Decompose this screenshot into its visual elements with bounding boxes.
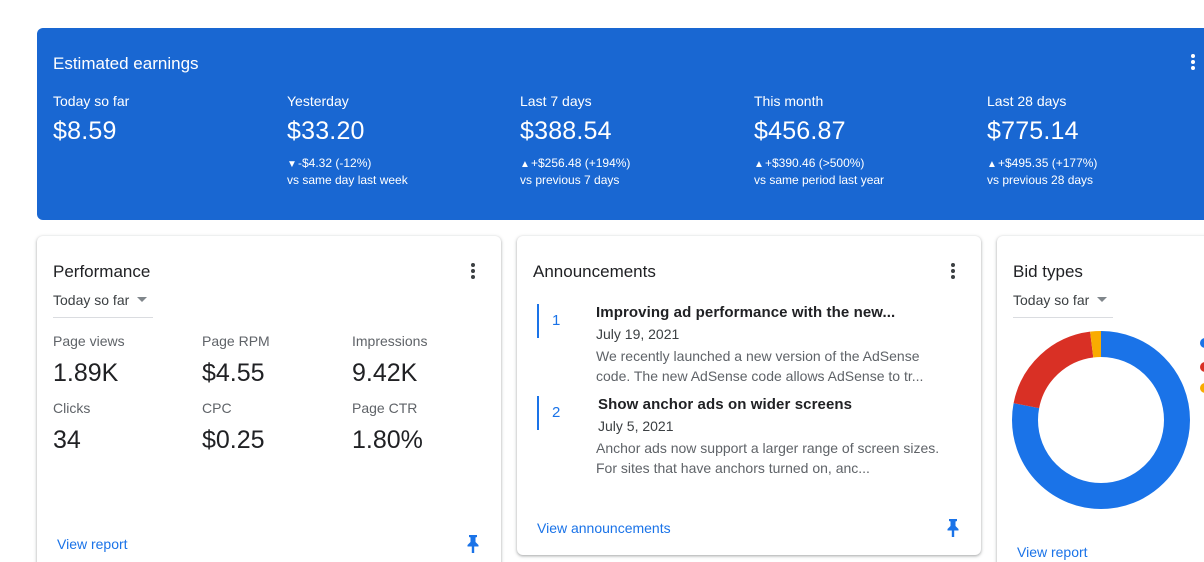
earnings-change: +$495.35 (+177%) [998,156,1098,170]
announcement-item[interactable]: 2 Show anchor ads on wider screens July … [537,396,957,478]
view-announcements-link[interactable]: View announcements [537,520,671,536]
earnings-change: -$4.32 (-12%) [298,156,372,170]
earnings-period-value: $33.20 [287,117,365,145]
earnings-change: +$390.46 (>500%) [765,156,865,170]
metric-label: Page views [53,333,125,349]
earnings-compare: vs same day last week [287,173,408,187]
earnings-compare: vs same period last year [754,173,885,187]
announcement-description-line: Anchor ads now support a larger range of… [596,440,940,456]
metric-value: 1.89K [53,359,119,387]
legend-dot [1200,338,1204,348]
trend-down-icon: ▼ [287,159,297,170]
earnings-compare: vs previous 7 days [520,173,620,187]
metric-value: $0.25 [202,426,265,454]
metric-cpc: CPC $0.25 [202,400,342,455]
earnings-today[interactable]: Today so far $8.59 [53,93,283,146]
metric-label: CPC [202,400,232,416]
announcement-description-line: code. The new AdSense code allows AdSens… [596,368,924,384]
bid-types-range-dropdown[interactable]: Today so far [1013,292,1114,318]
earnings-change: +$256.48 (+194%) [531,156,631,170]
metric-value: 9.42K [352,359,418,387]
bid-types-donut-chart [1012,331,1190,509]
announcements-card: Announcements 1 Improving ad performance… [517,236,981,555]
performance-range-label: Today so far [53,292,130,308]
bid-types-range-label: Today so far [1013,292,1090,308]
announcement-marker [537,304,539,338]
trend-up-icon: ▲ [754,159,764,170]
performance-title: Performance [53,262,151,281]
announcement-date: July 19, 2021 [596,326,680,342]
earnings-yesterday[interactable]: Yesterday $33.20 ▼-$4.32 (-12%) vs same … [287,93,517,189]
trend-up-icon: ▲ [520,159,530,170]
earnings-period-label: Last 28 days [987,93,1067,109]
caret-down-icon [137,297,148,302]
earnings-period-value: $8.59 [53,117,117,145]
bid-types-view-report-link[interactable]: View report [1017,544,1088,560]
announcement-marker [537,396,539,430]
metric-label: Page CTR [352,400,418,416]
earnings-last-7-days[interactable]: Last 7 days $388.54 ▲+$256.48 (+194%) vs… [520,93,750,189]
announcement-headline: Improving ad performance with the new... [596,304,896,321]
pin-icon[interactable] [946,518,960,538]
pin-icon[interactable] [466,534,480,554]
metric-value: 34 [53,426,81,454]
legend-dot [1200,362,1204,372]
announcement-item[interactable]: 1 Improving ad performance with the new.… [537,304,957,386]
metric-value: 1.80% [352,426,423,454]
performance-menu-icon[interactable] [465,263,481,283]
metric-value: $4.55 [202,359,265,387]
caret-down-icon [1097,297,1108,302]
announcement-description: Anchor ads now support a larger range of… [596,438,966,478]
performance-view-report-link[interactable]: View report [57,536,128,552]
earnings-period-value: $388.54 [520,117,612,145]
announcements-menu-icon[interactable] [945,263,961,283]
performance-card: Performance Today so far Page views 1.89… [37,236,501,562]
earnings-period-label: This month [754,93,824,109]
metric-page-rpm: Page RPM $4.55 [202,333,342,388]
earnings-period-label: Yesterday [287,93,349,109]
announcements-title: Announcements [533,262,656,281]
metric-label: Clicks [53,400,91,416]
bid-types-title: Bid types [1013,262,1083,281]
metric-clicks: Clicks 34 [53,400,193,455]
earnings-compare: vs previous 28 days [987,173,1094,187]
legend-dot [1200,383,1204,393]
earnings-period-value: $775.14 [987,117,1079,145]
announcement-number: 1 [552,312,561,329]
metric-label: Impressions [352,333,428,349]
earnings-this-month[interactable]: This month $456.87 ▲+$390.46 (>500%) vs … [754,93,984,189]
announcement-number: 2 [552,404,561,421]
performance-range-dropdown[interactable]: Today so far [53,292,154,318]
announcement-description-line: For sites that have anchors turned on, a… [596,460,870,476]
announcement-description-line: We recently launched a new version of th… [596,348,920,364]
earnings-period-value: $456.87 [754,117,846,145]
earnings-period-label: Last 7 days [520,93,592,109]
earnings-period-label: Today so far [53,93,130,109]
earnings-banner: Estimated earnings Today so far $8.59 Ye… [37,28,1204,220]
metric-page-views: Page views 1.89K [53,333,193,388]
announcement-date: July 5, 2021 [598,418,674,434]
trend-up-icon: ▲ [987,159,997,170]
bid-types-card: Bid types Today so far View report [997,236,1204,562]
earnings-menu-icon[interactable] [1185,54,1201,76]
announcement-description: We recently launched a new version of th… [596,346,966,386]
announcement-headline: Show anchor ads on wider screens [598,396,853,413]
metric-page-ctr: Page CTR 1.80% [352,400,492,455]
metric-label: Page RPM [202,333,270,349]
metric-impressions: Impressions 9.42K [352,333,492,388]
earnings-last-28-days[interactable]: Last 28 days $775.14 ▲+$495.35 (+177%) v… [987,93,1204,189]
earnings-title: Estimated earnings [53,54,199,73]
